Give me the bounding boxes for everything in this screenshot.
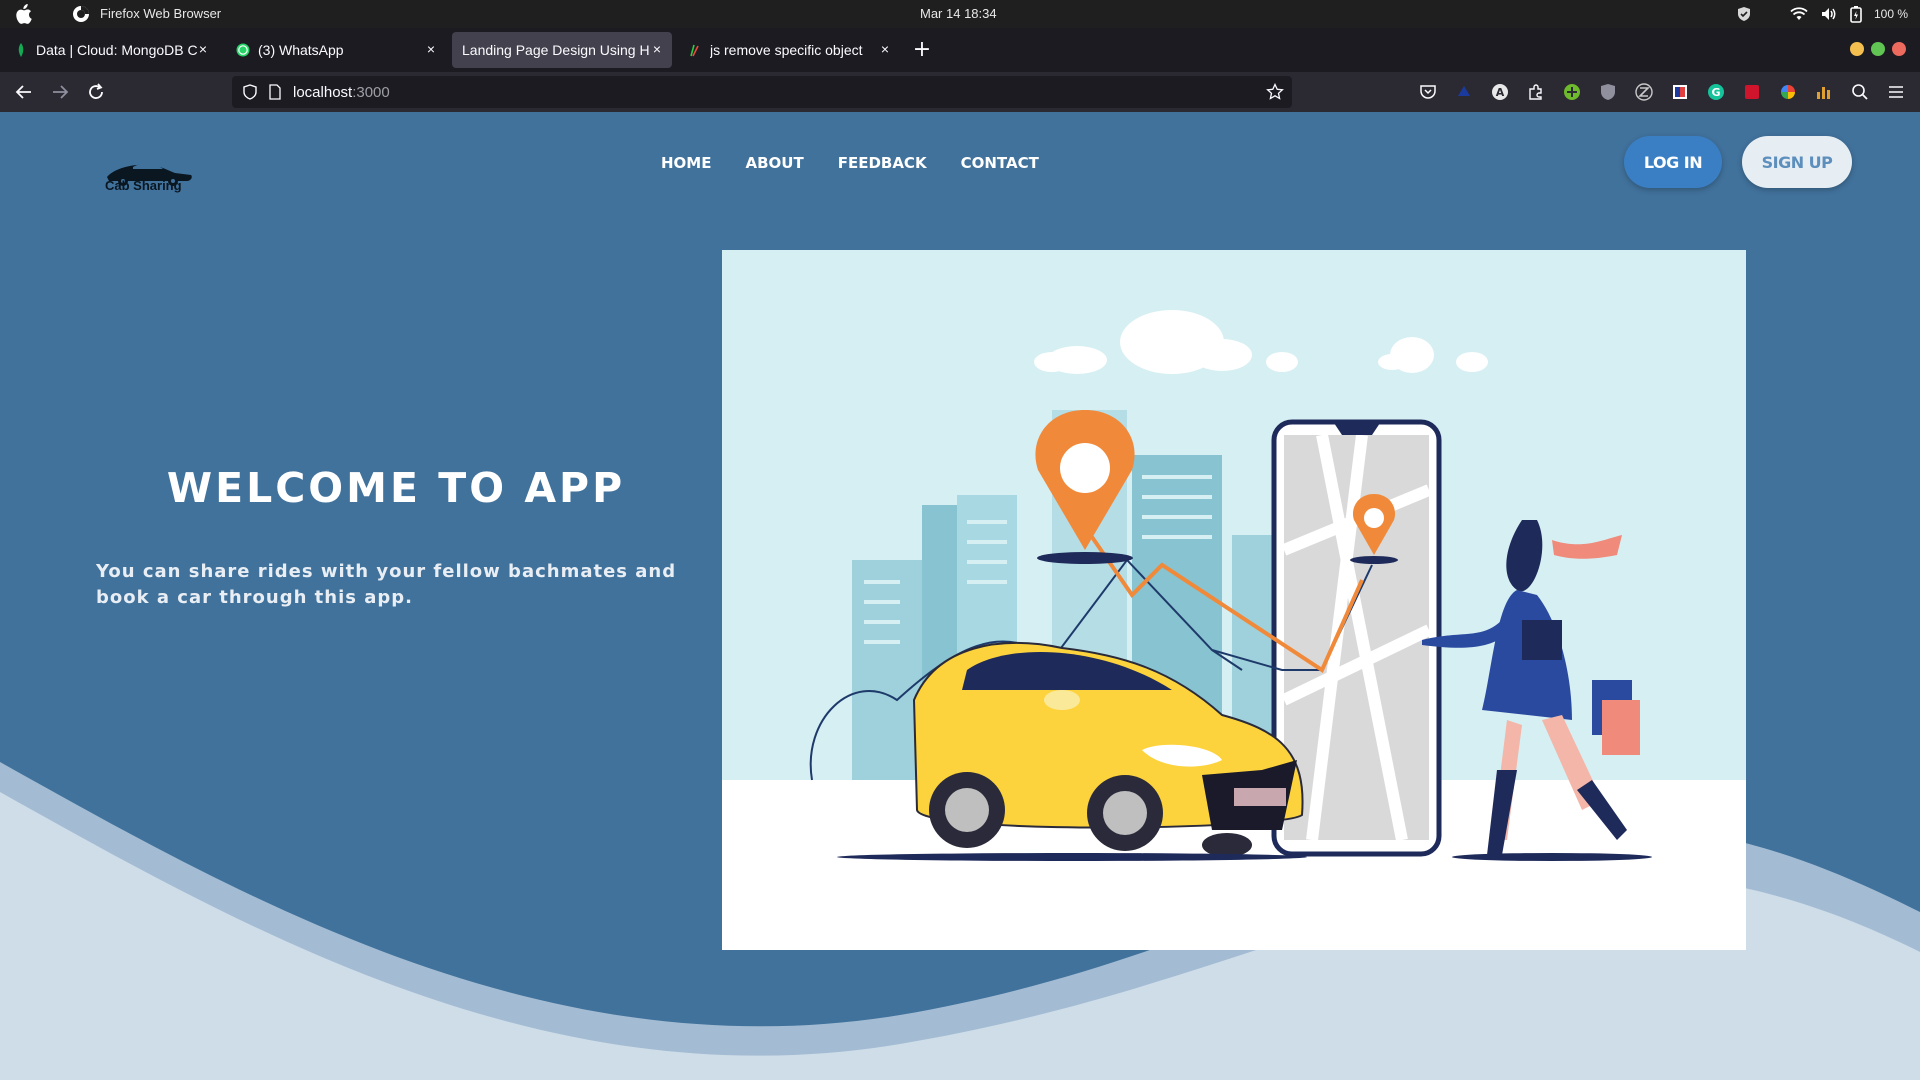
pocket-icon[interactable] [1418,82,1438,102]
extension-colorful-icon[interactable] [1778,82,1798,102]
nav-about[interactable]: ABOUT [745,154,803,172]
tab-title: Data | Cloud: MongoDB C [36,42,198,58]
page-info-icon[interactable] [268,84,282,100]
security-shield-icon[interactable] [1736,6,1752,22]
forward-arrow-icon[interactable] [48,80,72,104]
extension-green-plus-icon[interactable] [1562,82,1582,102]
tab-title: (3) WhatsApp [258,42,344,58]
url-port: :3000 [352,84,390,101]
close-window-button[interactable] [1892,42,1906,56]
browser-tab-strip: Data | Cloud: MongoDB C × (3) WhatsApp ×… [0,28,1920,72]
extensions-puzzle-icon[interactable] [1526,82,1546,102]
search-icon[interactable] [1850,82,1870,102]
tab-landing-page[interactable]: Landing Page Design Using H × [452,32,672,68]
new-tab-button[interactable]: + [910,36,934,64]
firefox-icon [73,6,89,22]
tab-mongodb[interactable]: Data | Cloud: MongoDB C × [4,32,218,68]
system-tray: 100 % [1736,4,1908,24]
apple-menu-icon[interactable] [14,4,32,24]
tracking-shield-icon[interactable] [242,84,258,100]
extension-z-icon[interactable] [1634,82,1654,102]
extension-flag-icon[interactable] [1670,82,1690,102]
extension-chart-icon[interactable] [1814,82,1834,102]
active-app-name[interactable]: Firefox Web Browser [100,6,221,21]
url-text[interactable]: localhost:3000 [293,84,390,101]
nav-contact[interactable]: CONTACT [961,154,1039,172]
tab-whatsapp[interactable]: (3) WhatsApp × [226,32,446,68]
address-bar[interactable]: localhost:3000 [232,76,1292,108]
back-arrow-icon[interactable] [12,80,36,104]
svg-text:A: A [1496,86,1505,99]
tab-title: js remove specific object [710,42,863,58]
taxi-booking-illustration [722,250,1746,950]
hero-illustration [722,250,1746,950]
reload-icon[interactable] [84,80,108,104]
ublock-icon[interactable] [1598,82,1618,102]
close-tab-icon[interactable]: × [196,42,210,56]
main-nav: HOME ABOUT FEEDBACK CONTACT [661,154,1039,172]
whatsapp-icon [236,43,250,57]
close-tab-icon[interactable]: × [650,42,664,56]
hamburger-menu-icon[interactable] [1886,82,1906,102]
extension-a-icon[interactable]: A [1490,82,1510,102]
extension-red-icon[interactable] [1742,82,1762,102]
volume-icon[interactable] [1820,6,1838,22]
minimize-window-button[interactable] [1850,42,1864,56]
os-top-bar: Firefox Web Browser Mar 14 18:34 100 % [0,0,1920,28]
close-tab-icon[interactable]: × [878,42,892,56]
svg-text:G: G [1711,86,1720,99]
wifi-icon[interactable] [1790,6,1808,22]
nav-feedback[interactable]: FEEDBACK [838,154,927,172]
landing-page: Cab Sharing HOME ABOUT FEEDBACK CONTACT … [0,112,1920,1080]
hero-subtitle: You can share rides with your fellow bac… [96,561,677,608]
url-host: localhost [293,84,353,101]
battery-percent: 100 % [1873,7,1908,21]
logo-text: Cab Sharing [105,178,182,193]
hero-title: WELCOME TO APP [166,464,626,512]
tab-title: Landing Page Design Using H [462,42,650,58]
browser-navigation-bar: localhost:3000 A G [0,72,1920,112]
nav-home[interactable]: HOME [661,154,711,172]
stackoverflow-icon [690,44,699,57]
battery-icon[interactable] [1850,5,1862,23]
mongodb-leaf-icon [18,43,24,57]
grammarly-icon[interactable]: G [1706,82,1726,102]
clock[interactable]: Mar 14 18:34 [920,6,997,21]
tab-stackoverflow[interactable]: js remove specific object × [678,32,900,68]
signup-button[interactable]: SIGN UP [1742,136,1852,188]
login-button[interactable]: LOG IN [1624,136,1722,188]
close-tab-icon[interactable]: × [424,42,438,56]
bookmark-star-icon[interactable] [1266,83,1284,101]
extension-blue-icon[interactable] [1454,82,1474,102]
maximize-window-button[interactable] [1871,42,1885,56]
